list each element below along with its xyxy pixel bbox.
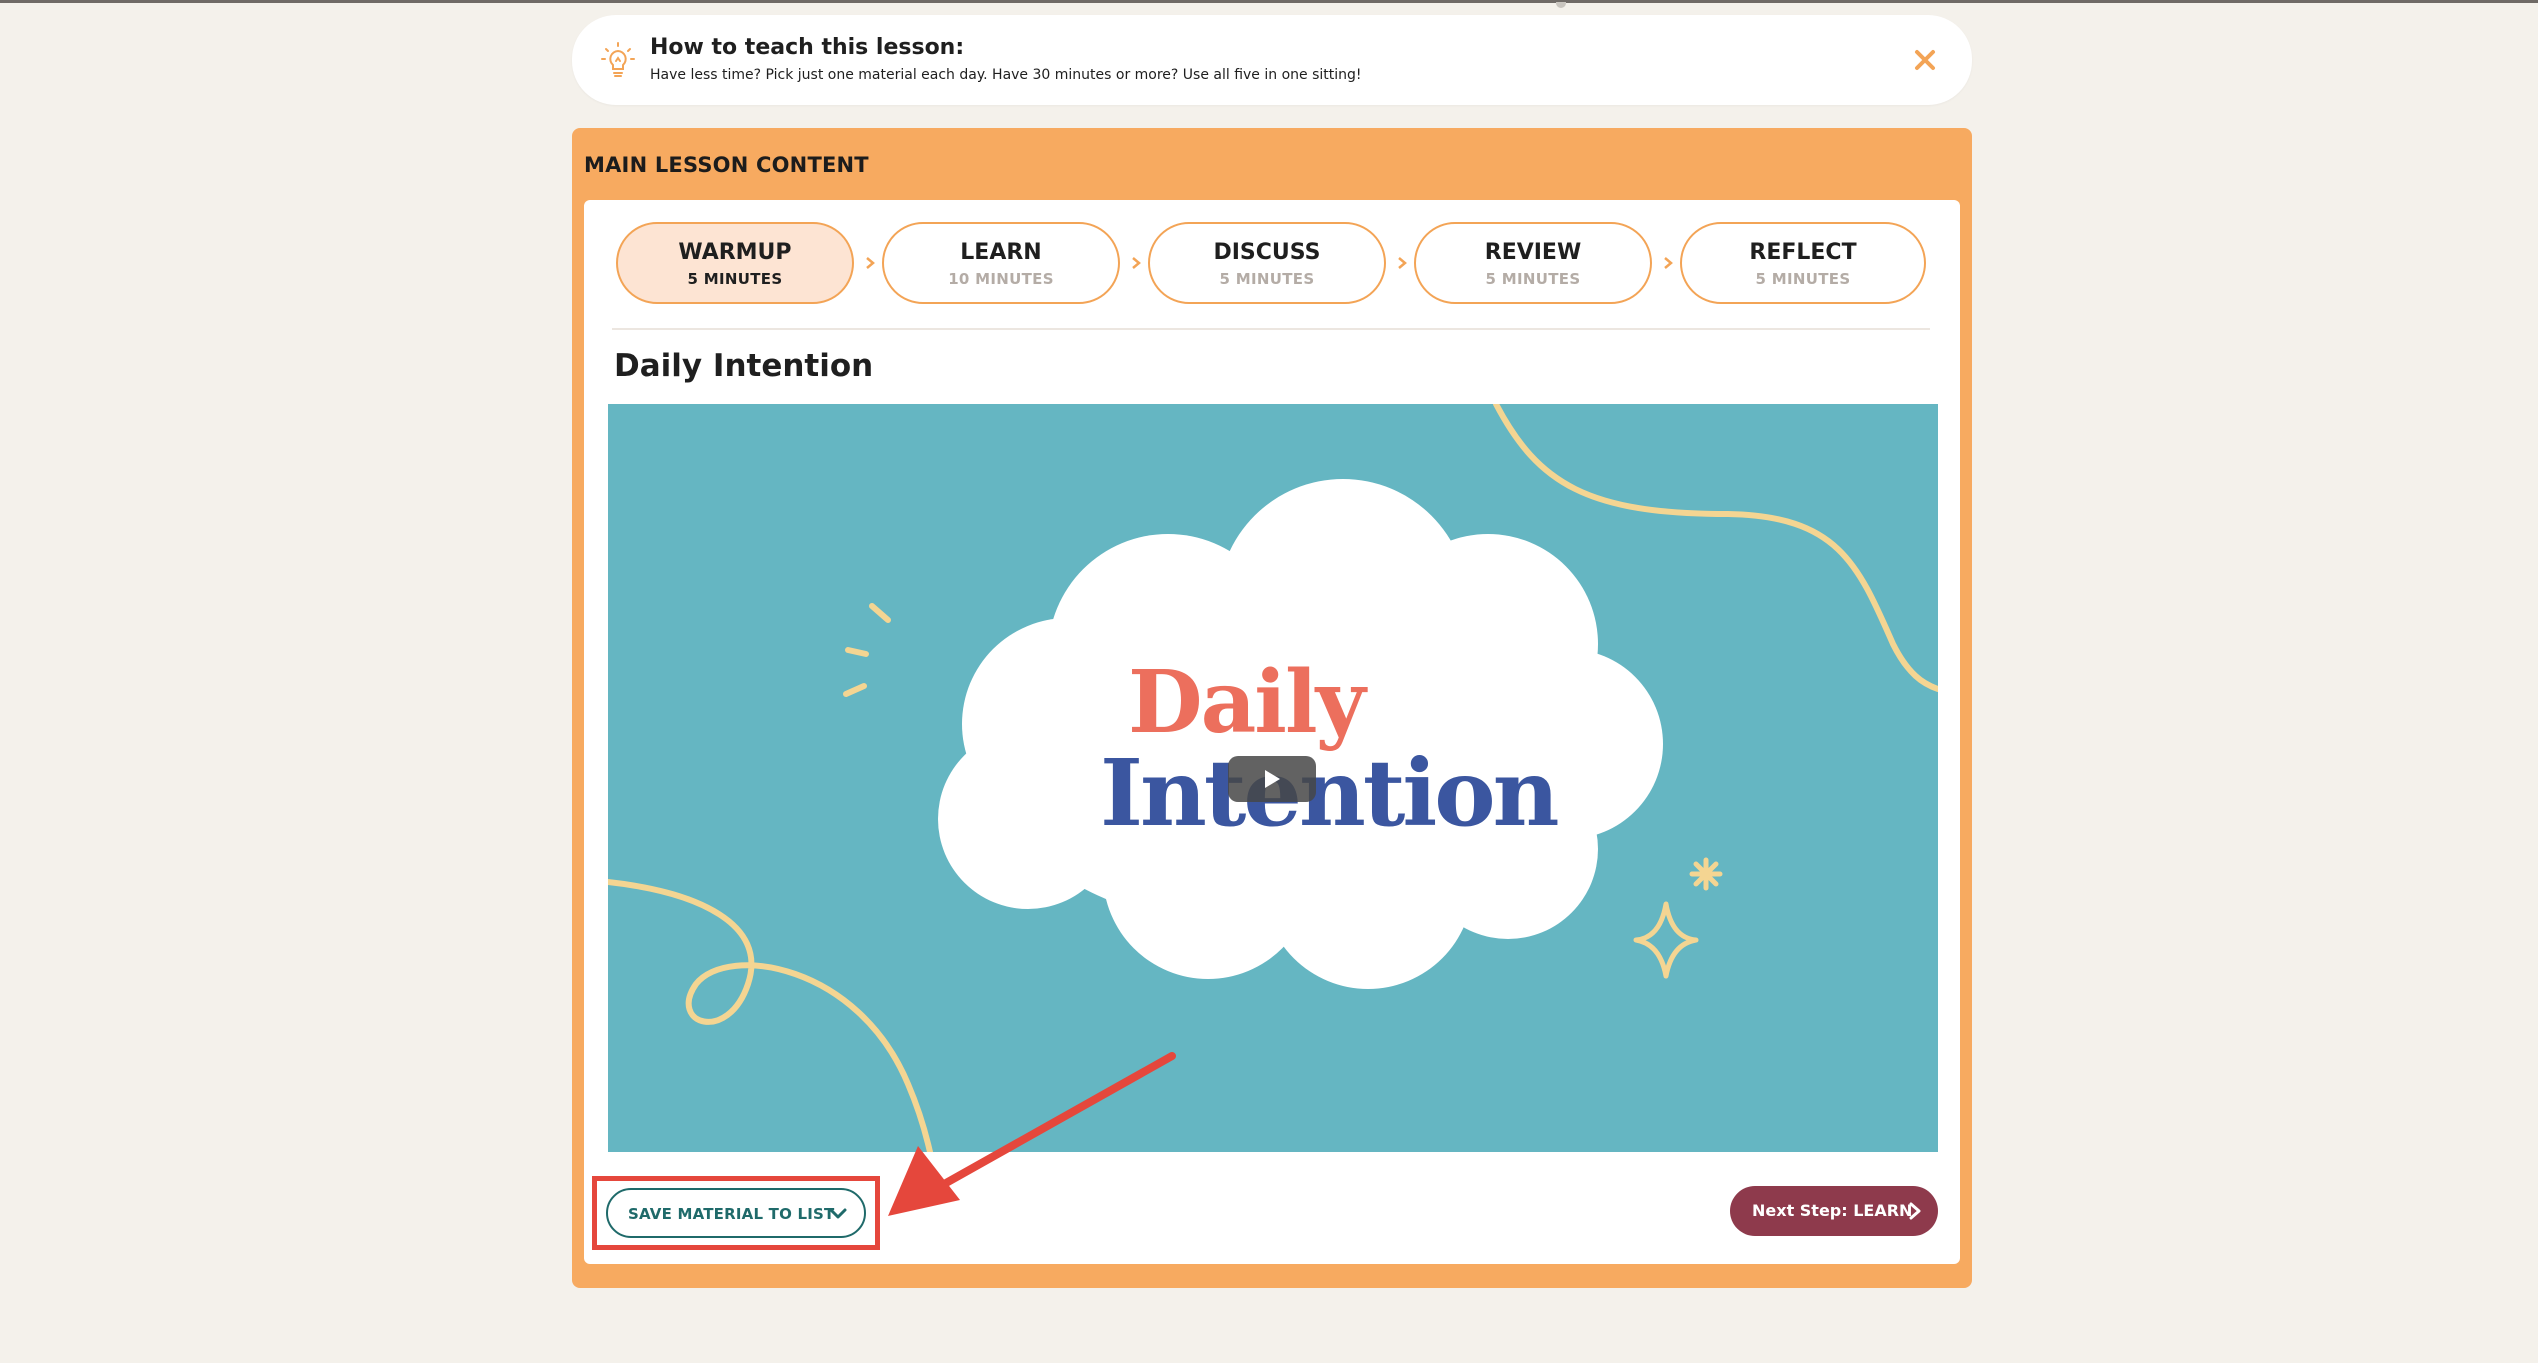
close-icon[interactable] xyxy=(1908,43,1942,77)
banner-title: How to teach this lesson: xyxy=(650,35,965,60)
step-tab-learn[interactable]: LEARN 10 MINUTES xyxy=(882,222,1120,304)
chevron-right-icon xyxy=(1132,257,1141,269)
panel-title: MAIN LESSON CONTENT xyxy=(584,153,869,177)
lightbulb-icon xyxy=(600,41,636,81)
step-duration: 5 MINUTES xyxy=(687,270,783,288)
step-name: WARMUP xyxy=(678,240,792,265)
next-step-button[interactable]: Next Step: LEARN xyxy=(1730,1186,1938,1236)
video-player[interactable]: Daily Intention xyxy=(608,404,1938,1152)
step-name: LEARN xyxy=(960,240,1042,265)
step-tab-reflect[interactable]: REFLECT 5 MINUTES xyxy=(1680,222,1926,304)
chevron-right-icon xyxy=(1664,257,1673,269)
step-name: DISCUSS xyxy=(1213,240,1321,265)
play-icon xyxy=(1265,770,1280,788)
chevron-right-icon xyxy=(866,257,875,269)
play-button[interactable] xyxy=(1228,756,1316,802)
step-duration: 5 MINUTES xyxy=(1485,270,1581,288)
banner-text: Have less time? Pick just one material e… xyxy=(650,67,1362,83)
how-to-teach-banner: How to teach this lesson: Have less time… xyxy=(572,15,1972,105)
material-title: Daily Intention xyxy=(614,348,874,384)
chevron-down-icon xyxy=(829,1208,847,1219)
main-lesson-panel: MAIN LESSON CONTENT WARMUP 5 MINUTES LEA… xyxy=(572,128,1972,1288)
step-tab-warmup[interactable]: WARMUP 5 MINUTES xyxy=(616,222,854,304)
save-material-button[interactable]: SAVE MATERIAL TO LIST xyxy=(606,1188,866,1238)
step-tab-review[interactable]: REVIEW 5 MINUTES xyxy=(1414,222,1652,304)
annotation-arrow xyxy=(888,1052,1176,1216)
video-title-line2: Intention xyxy=(1100,739,1560,847)
step-name: REFLECT xyxy=(1749,240,1857,265)
chevron-right-icon xyxy=(1398,257,1407,269)
divider xyxy=(612,328,1930,330)
step-duration: 5 MINUTES xyxy=(1755,270,1851,288)
step-duration: 10 MINUTES xyxy=(948,270,1054,288)
chevron-right-icon xyxy=(1909,1202,1921,1220)
save-material-label: SAVE MATERIAL TO LIST xyxy=(628,1205,835,1223)
step-duration: 5 MINUTES xyxy=(1219,270,1315,288)
top-border xyxy=(0,0,2538,3)
next-step-label: Next Step: LEARN xyxy=(1752,1201,1913,1220)
top-indicator xyxy=(1556,2,1566,8)
lesson-card: WARMUP 5 MINUTES LEARN 10 MINUTES DISCUS… xyxy=(584,200,1960,1264)
step-name: REVIEW xyxy=(1484,240,1582,265)
step-tab-discuss[interactable]: DISCUSS 5 MINUTES xyxy=(1148,222,1386,304)
video-title-line1: Daily xyxy=(1128,652,1366,753)
